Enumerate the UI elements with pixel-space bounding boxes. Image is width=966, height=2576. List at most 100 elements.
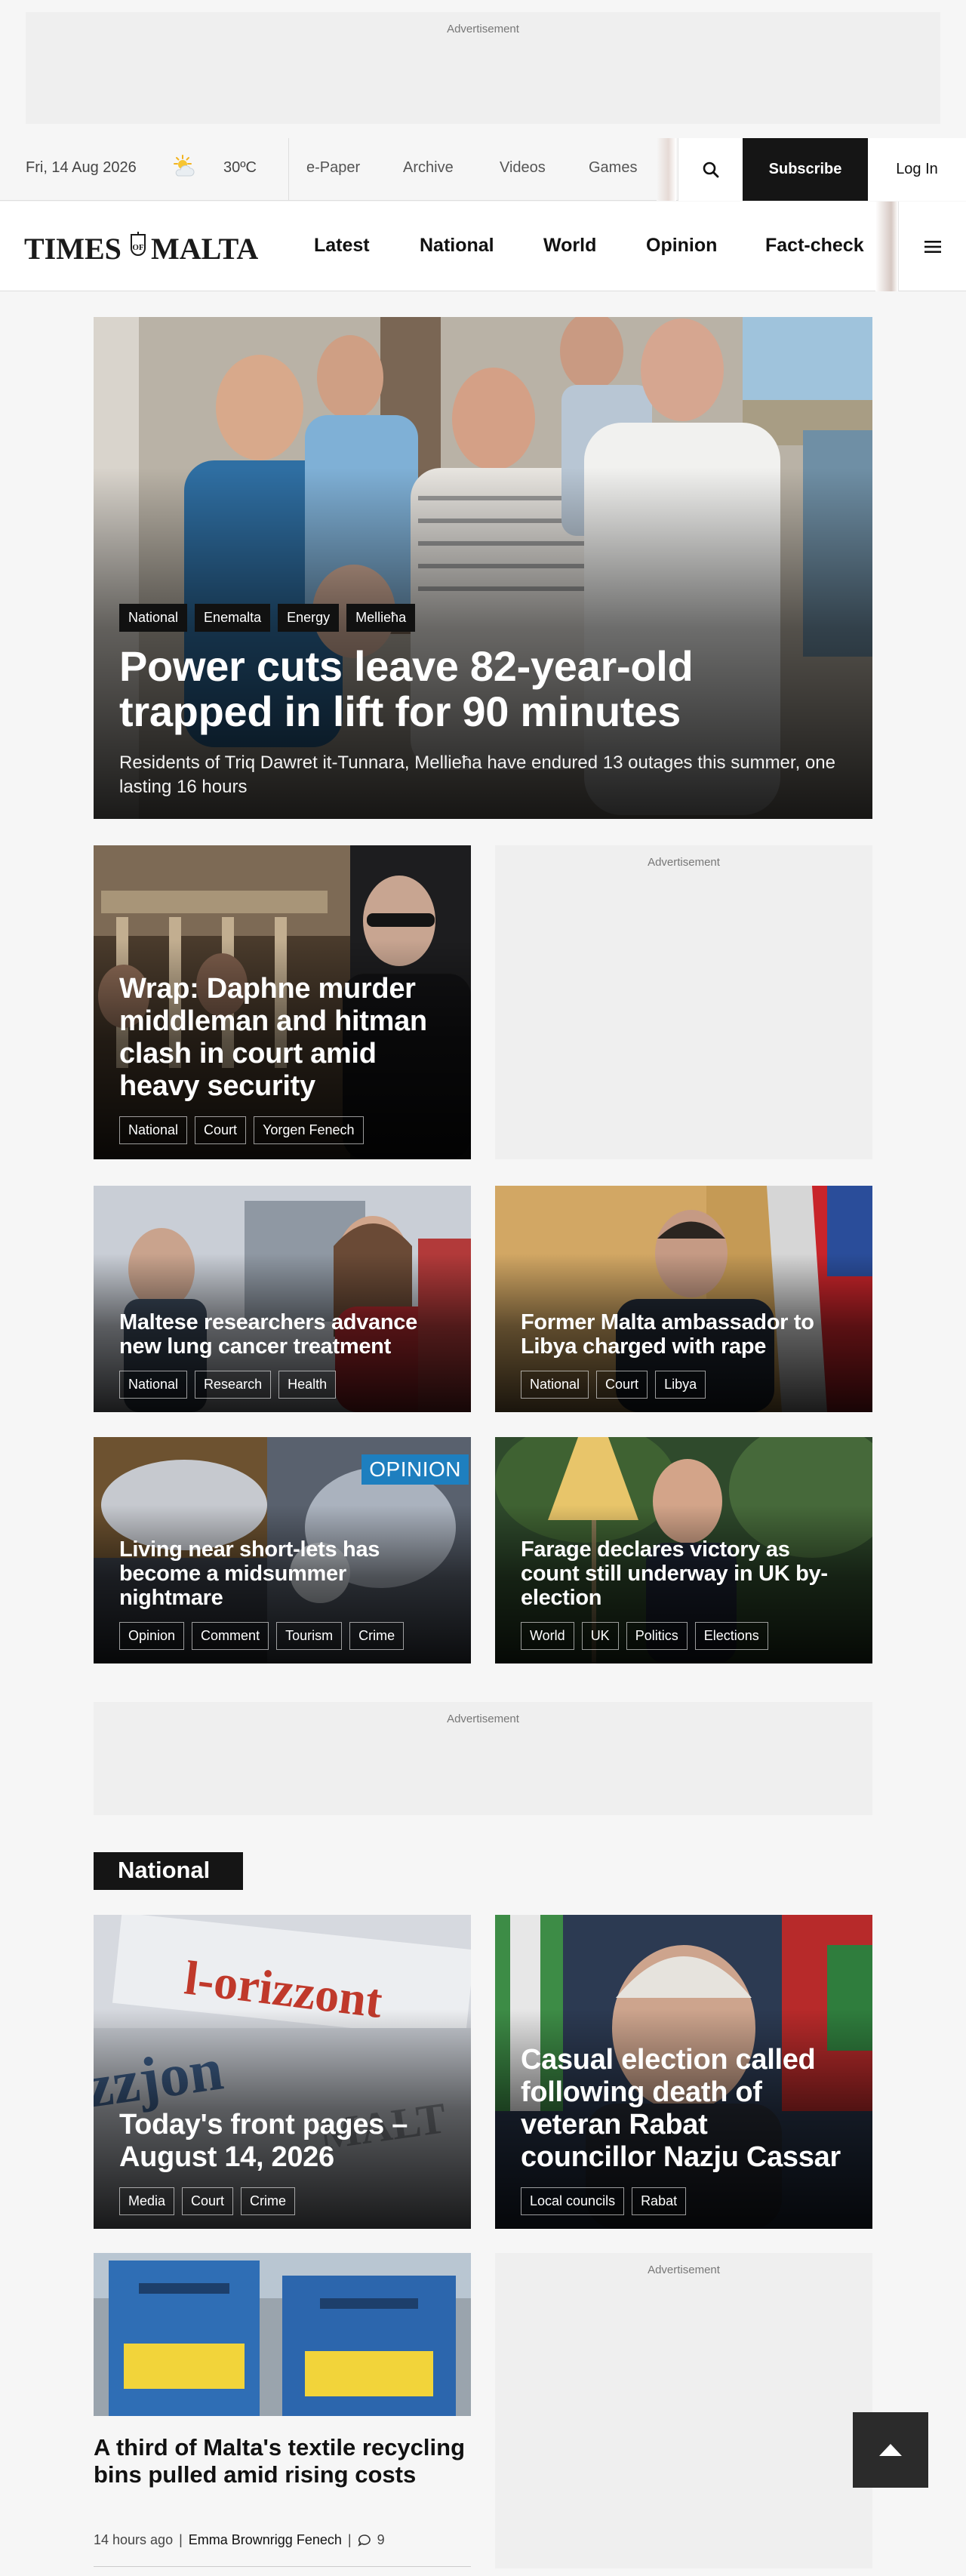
tag-politics[interactable]: Politics (626, 1622, 688, 1650)
tag-national[interactable]: National (119, 604, 188, 632)
story-headline[interactable]: Farage declares victory as count still u… (521, 1537, 850, 1610)
tag-court[interactable]: Court (596, 1371, 648, 1399)
side-advertisement[interactable]: Advertisement (495, 2253, 872, 2568)
story-tags: Opinion Comment Tourism Crime (119, 1622, 448, 1650)
tag-crime[interactable]: Crime (241, 2187, 296, 2215)
story-card[interactable]: OPINION Living near short-lets has becom… (94, 1437, 471, 1663)
menu-button[interactable] (898, 202, 966, 291)
story-card[interactable]: Farage declares victory as count still u… (495, 1437, 872, 1663)
story-tags: Media Court Crime (119, 2187, 448, 2215)
story-tags: World UK Politics Elections (521, 1622, 850, 1650)
story-content: Former Malta ambassador to Libya charged… (521, 1310, 850, 1399)
story-headline[interactable]: Maltese researchers advance new lung can… (119, 1310, 448, 1359)
story-headline[interactable]: Former Malta ambassador to Libya charged… (521, 1310, 850, 1359)
utility-bar: Fri, 14 Aug 2026 30ºC e-Paper Archive Vi… (0, 138, 966, 201)
subscribe-button[interactable]: Subscribe (743, 138, 868, 201)
hero-headline[interactable]: Power cuts leave 82-year-old trapped in … (119, 644, 768, 734)
story-card[interactable]: Former Malta ambassador to Libya charged… (495, 1186, 872, 1412)
story-headline[interactable]: Today's front pages – August 14, 2026 (119, 2109, 448, 2174)
tag-elections[interactable]: Elections (694, 1622, 768, 1650)
tag-court[interactable]: Court (195, 1116, 247, 1144)
games-link[interactable]: Games (589, 159, 637, 177)
login-button[interactable]: Log In (868, 138, 966, 201)
tag-tourism[interactable]: Tourism (276, 1622, 343, 1650)
tag-media[interactable]: Media (119, 2187, 175, 2215)
tag-uk[interactable]: UK (581, 1622, 619, 1650)
tag-health[interactable]: Health (278, 1371, 337, 1399)
tag-world[interactable]: World (521, 1622, 574, 1650)
divider (288, 138, 289, 201)
tag-rabat[interactable]: Rabat (632, 2187, 687, 2215)
top-advertisement[interactable]: Advertisement (26, 12, 940, 124)
current-date: Fri, 14 Aug 2026 (26, 159, 137, 176)
story-tags: National Court Libya (521, 1371, 850, 1399)
hero-story-card[interactable]: National Enemalta Energy Mellieħa Power … (94, 317, 872, 819)
inline-advertisement[interactable]: Advertisement (94, 1702, 872, 1815)
tag-national[interactable]: National (119, 1371, 188, 1399)
arrow-up-icon (879, 2444, 902, 2456)
side-advertisement[interactable]: Advertisement (495, 845, 872, 1159)
tag-research[interactable]: Research (195, 1371, 272, 1399)
section-heading-national[interactable]: National (94, 1852, 243, 1890)
tag-libya[interactable]: Libya (655, 1371, 706, 1399)
search-icon (703, 162, 718, 177)
tag-enemalta[interactable]: Enemalta (195, 604, 271, 632)
videos-link[interactable]: Videos (500, 159, 546, 177)
nav-latest[interactable]: Latest (314, 235, 370, 257)
nav-national[interactable]: National (420, 235, 494, 257)
epaper-link[interactable]: e-Paper (306, 159, 360, 177)
story-headline[interactable]: Living near short-lets has become a mids… (119, 1537, 448, 1610)
divider (94, 2566, 471, 2567)
sun-cloud-icon (174, 155, 195, 177)
story-card[interactable]: Maltese researchers advance new lung can… (94, 1186, 471, 1412)
advertisement-label: Advertisement (648, 2264, 720, 2276)
tag-court[interactable]: Court (182, 2187, 234, 2215)
hero-tags: National Enemalta Energy Mellieħa (119, 604, 850, 632)
tag-comment[interactable]: Comment (192, 1622, 269, 1650)
story-card[interactable]: l-orizzont zzjon MALT Today's front page… (94, 1915, 471, 2229)
times-of-malta-logo[interactable]: TIMES OF MALTA (24, 229, 258, 265)
story-tags: National Research Health (119, 1371, 448, 1399)
tag-yorgen-fenech[interactable]: Yorgen Fenech (254, 1116, 364, 1144)
scroll-to-top-button[interactable] (853, 2412, 928, 2488)
story-meta: 14 hours ago | Emma Brownrigg Fenech | 9 (94, 2532, 385, 2548)
main-navigation: TIMES OF MALTA Latest National World Opi… (0, 202, 966, 291)
tag-crime[interactable]: Crime (349, 1622, 405, 1650)
advertisement-label: Advertisement (447, 23, 519, 35)
story-headline[interactable]: A third of Malta's textile recycling bin… (94, 2434, 486, 2488)
search-button[interactable] (678, 138, 743, 201)
story-content: Casual election called following death o… (521, 2044, 850, 2215)
tag-national[interactable]: National (521, 1371, 589, 1399)
story-content: Wrap: Daphne murder middleman and hitman… (119, 973, 448, 1144)
story-headline[interactable]: Casual election called following death o… (521, 2044, 850, 2174)
tag-mellieha[interactable]: Mellieħa (346, 604, 416, 632)
logo-text-of: OF (132, 243, 144, 252)
story-tags: National Court Yorgen Fenech (119, 1116, 448, 1144)
temperature: 30ºC (223, 159, 257, 176)
story-headline[interactable]: Wrap: Daphne murder middleman and hitman… (119, 973, 448, 1103)
comment-count[interactable]: 9 (377, 2532, 385, 2548)
story-card[interactable]: Wrap: Daphne murder middleman and hitman… (94, 845, 471, 1159)
story-content: Living near short-lets has become a mids… (119, 1537, 448, 1650)
hero-content: National Enemalta Energy Mellieħa Power … (119, 604, 850, 799)
nav-fact-check[interactable]: Fact-check (765, 235, 864, 257)
tag-opinion[interactable]: Opinion (119, 1622, 185, 1650)
hero-summary: Residents of Triq Dawret it-Tunnara, Mel… (119, 752, 835, 797)
story-content: Maltese researchers advance new lung can… (119, 1310, 448, 1399)
comment-icon (357, 2534, 371, 2547)
advertisement-label: Advertisement (648, 856, 720, 869)
story-image[interactable] (94, 2253, 471, 2416)
story-time: 14 hours ago (94, 2532, 174, 2547)
meta-divider: | (179, 2532, 183, 2547)
story-card[interactable]: Casual election called following death o… (495, 1915, 872, 2229)
tag-national[interactable]: National (119, 1116, 188, 1144)
story-content: Today's front pages – August 14, 2026 Me… (119, 2109, 448, 2215)
archive-link[interactable]: Archive (403, 159, 454, 177)
story-tags: Local councils Rabat (521, 2187, 850, 2215)
nav-world[interactable]: World (543, 235, 596, 257)
nav-opinion[interactable]: Opinion (646, 235, 717, 257)
tag-local-councils[interactable]: Local councils (521, 2187, 625, 2215)
tag-energy[interactable]: Energy (278, 604, 340, 632)
story-author[interactable]: Emma Brownrigg Fenech (189, 2532, 342, 2548)
opinion-badge: OPINION (361, 1454, 469, 1485)
